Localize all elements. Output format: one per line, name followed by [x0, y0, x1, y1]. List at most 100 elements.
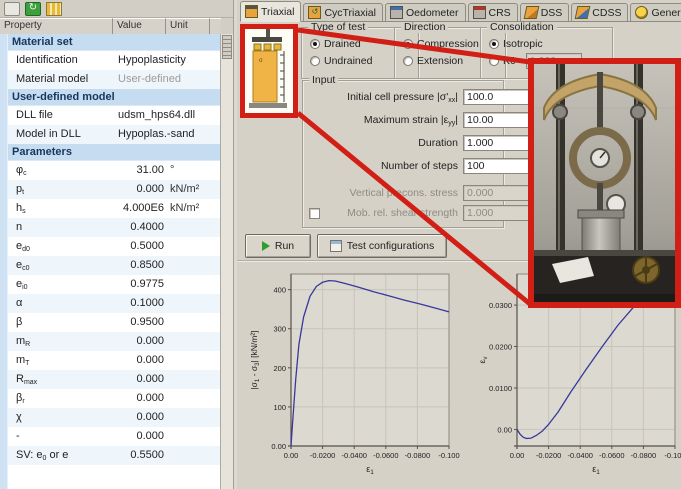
tab-cyctriaxial[interactable]: ↺CycTriaxial	[303, 3, 383, 21]
cdss-tab-icon	[575, 6, 591, 19]
section-row: Parameters	[8, 144, 221, 161]
value-cell[interactable]: udsm_hps64.dll	[118, 106, 195, 125]
groupbox-type-of-test-legend: Type of test	[308, 21, 368, 33]
table-row[interactable]: -0.000	[8, 427, 221, 446]
value-cell[interactable]: 0.000	[68, 351, 164, 370]
table-row[interactable]: n0.4000	[8, 218, 221, 237]
value-cell[interactable]: 0.9500	[68, 313, 164, 332]
property-cell: Identification	[16, 51, 78, 70]
radio-undrained[interactable]: Undrained	[310, 55, 372, 67]
svg-text:εv: εv	[477, 356, 489, 364]
value-cell[interactable]: 0.000	[68, 332, 164, 351]
copy-icon[interactable]	[4, 2, 20, 16]
value-cell[interactable]: 0.5000	[68, 237, 164, 256]
svg-text:0.00: 0.00	[271, 442, 286, 451]
value-cell[interactable]: 0.000	[68, 427, 164, 446]
oedometer-tab-icon	[390, 6, 403, 19]
svg-text:0.0300: 0.0300	[489, 301, 512, 310]
input-label: Duration	[303, 135, 458, 151]
tab-label: DSS	[541, 7, 563, 19]
table-row[interactable]: pt0.000kN/m²	[8, 180, 221, 199]
value-cell[interactable]: User-defined	[118, 70, 181, 89]
table-row[interactable]: ec00.8500	[8, 256, 221, 275]
table-row[interactable]: ei0 0.9775	[8, 275, 221, 294]
value-cell[interactable]: 0.000	[68, 180, 164, 199]
table-row[interactable]: hs4.000E6kN/m²	[8, 199, 221, 218]
section-row: Material set	[8, 34, 221, 51]
table-row[interactable]: Rmax 0.000	[8, 370, 221, 389]
run-button[interactable]: Run	[245, 234, 311, 258]
value-cell[interactable]: 0.000	[68, 370, 164, 389]
tab-dss[interactable]: DSS	[520, 3, 570, 21]
test-configurations-button[interactable]: Test configurations	[317, 234, 447, 258]
value-cell[interactable]: 0.8500	[68, 256, 164, 275]
columns-icon[interactable]	[46, 2, 62, 16]
radio-extension[interactable]: Extension	[403, 55, 463, 67]
value-cell[interactable]: 0.000	[68, 408, 164, 427]
property-cell: mR	[16, 332, 30, 351]
table-row[interactable]: mT 0.000	[8, 351, 221, 370]
value-cell[interactable]: Hypoplas.-sand	[118, 125, 194, 144]
column-header-value[interactable]: Value	[113, 18, 166, 34]
value-cell[interactable]: 0.1000	[68, 294, 164, 313]
table-row[interactable]: χ0.000	[8, 408, 221, 427]
table-row[interactable]: mR 0.000	[8, 332, 221, 351]
tab-label: CDSS	[592, 7, 621, 19]
triaxial-tab-icon	[245, 5, 258, 18]
radio-button-icon[interactable]	[310, 56, 320, 66]
table-row[interactable]: ed00.5000	[8, 237, 221, 256]
table-row[interactable]: β0.9500	[8, 313, 221, 332]
radio-button-icon[interactable]	[489, 56, 499, 66]
property-cell: Rmax	[16, 370, 37, 389]
soiltest-window: ↻ Property Value Unit Material setIdenti…	[0, 0, 681, 489]
svg-text:-0.0200: -0.0200	[310, 451, 335, 460]
export-icon[interactable]: ↻	[25, 2, 41, 16]
svg-text:0.0200: 0.0200	[489, 343, 512, 352]
cyctriaxial-tab-icon: ↺	[308, 6, 321, 19]
scrollbar-thumb[interactable]	[222, 35, 232, 59]
test-configurations-label: Test configurations	[347, 240, 435, 252]
table-row[interactable]: Material model User-defined	[8, 70, 221, 89]
svg-text:-0.0600: -0.0600	[599, 451, 624, 460]
table-row[interactable]: Model in DLLHypoplas.-sand	[8, 125, 221, 144]
properties-scrollbar[interactable]	[220, 34, 233, 489]
column-header-property[interactable]: Property	[0, 18, 113, 34]
value-cell[interactable]: 0.000	[68, 389, 164, 408]
property-cell: mT	[16, 351, 29, 370]
radio-compression[interactable]: Compression	[403, 38, 479, 50]
tab-crs[interactable]: CRS	[468, 3, 518, 21]
column-header-unit[interactable]: Unit	[166, 18, 210, 34]
test-tabbar: Triaxial↺CycTriaxial Oedometer CRS DSS CDSS G…	[240, 2, 681, 22]
table-row[interactable]: φc31.00°	[8, 161, 221, 180]
value-cell[interactable]: 4.000E6	[68, 199, 164, 218]
tab-general[interactable]: General	[630, 3, 681, 21]
run-button-label: Run	[275, 240, 294, 252]
property-cell: Material model	[16, 70, 88, 89]
property-cell: DLL file	[16, 106, 53, 125]
radio-button-icon[interactable]	[489, 39, 499, 49]
value-cell[interactable]: 0.5500	[68, 446, 164, 465]
value-cell[interactable]: Hypoplasticity	[118, 51, 186, 70]
tab-triaxial[interactable]: Triaxial	[240, 1, 301, 22]
radio-button-icon[interactable]	[310, 39, 320, 49]
svg-text:ε1: ε1	[592, 464, 600, 476]
input-label: Maximum strain |εyy|	[303, 112, 458, 128]
table-row[interactable]: βr0.000	[8, 389, 221, 408]
table-row[interactable]: Identification Hypoplasticity	[8, 51, 221, 70]
value-cell[interactable]: 31.00	[68, 161, 164, 180]
tab-label: CRS	[489, 7, 511, 19]
radio-drained[interactable]: Drained	[310, 38, 361, 50]
table-row[interactable]: SV: e0 or e0.5500	[8, 446, 221, 465]
radio-button-icon[interactable]	[403, 39, 413, 49]
value-cell[interactable]: 0.9775	[68, 275, 164, 294]
value-cell[interactable]: 0.4000	[68, 218, 164, 237]
svg-text:300: 300	[273, 325, 286, 334]
tab-oedometer[interactable]: Oedometer	[385, 3, 466, 21]
radio-isotropic[interactable]: Isotropic	[489, 38, 543, 50]
radio-button-icon[interactable]	[403, 56, 413, 66]
table-row[interactable]: α0.1000	[8, 294, 221, 313]
table-row[interactable]: DLL file udsm_hps64.dll	[8, 106, 221, 125]
property-cell: ei0	[16, 275, 28, 294]
tab-label: Oedometer	[406, 7, 459, 19]
tab-cdss[interactable]: CDSS	[571, 3, 628, 21]
